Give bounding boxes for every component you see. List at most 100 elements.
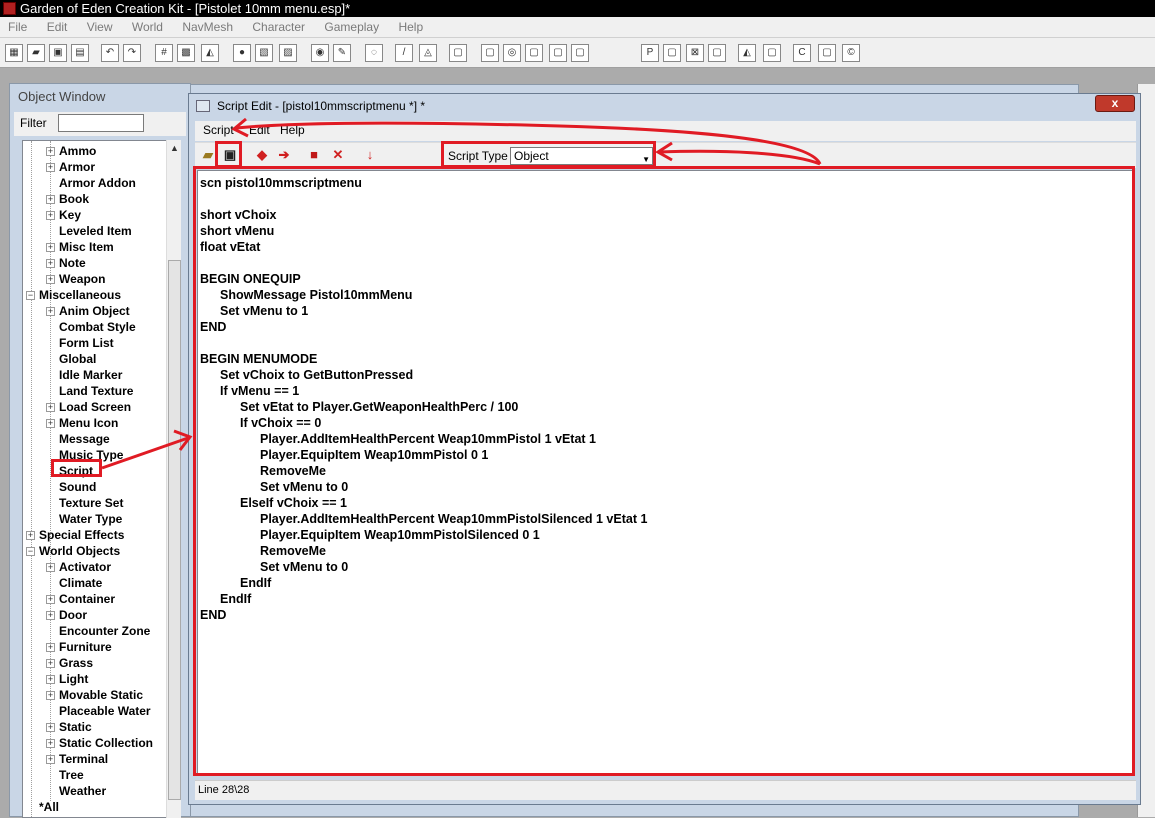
menu-edit[interactable]: Edit [39,17,76,37]
toolbar-tool-icon[interactable]: ◎ [503,44,521,62]
script-editor[interactable]: scn pistol10mmscriptmenu short vChoix shor… [197,170,1134,774]
expand-icon[interactable]: + [26,531,35,540]
toolbar-tool-icon[interactable]: # [155,44,173,62]
tree-item-label: Land Texture [59,384,134,398]
expand-icon[interactable]: + [46,275,55,284]
toolbar-tool-icon[interactable]: ⊠ [686,44,704,62]
open-folder-icon[interactable]: ▰ [199,146,217,164]
tree-item-label: Weather [59,784,107,798]
toolbar-tool-icon[interactable]: ↷ [123,44,141,62]
recompile-icon[interactable]: ↓ [361,146,379,164]
toolbar-tool-icon[interactable]: ▢ [525,44,543,62]
toolbar-tool-icon[interactable]: ◭ [738,44,756,62]
filter-input[interactable] [58,114,144,132]
toolbar-tool-icon[interactable]: ▢ [663,44,681,62]
menu-view[interactable]: View [79,17,121,37]
script-menu-help[interactable]: Help [280,123,305,137]
filter-bar: Filter [14,112,186,136]
expand-icon[interactable]: + [46,211,55,220]
tree-item-label: Menu Icon [59,416,119,430]
menu-help[interactable]: Help [390,17,431,37]
collapse-icon[interactable]: − [26,547,35,556]
scroll-up-icon[interactable]: ▲ [170,143,179,153]
code-line: ElseIf vChoix == 1 [240,496,347,510]
main-menubar: File Edit View World NavMesh Character G… [0,17,1155,38]
tree-guide-line [50,141,51,801]
toolbar-tool-icon[interactable]: ▨ [279,44,297,62]
previous-script-icon[interactable]: ◆ [253,146,271,164]
next-script-icon[interactable]: ➔ [275,146,293,164]
expand-icon[interactable]: + [46,147,55,156]
toolbar-tool-icon[interactable]: ▢ [571,44,589,62]
toolbar-tool-icon[interactable]: ✎ [333,44,351,62]
code-line: float vEtat [200,240,261,254]
expand-icon[interactable]: + [46,563,55,572]
tree-item-label: Combat Style [59,320,136,334]
main-toolbar: ▦ ▰ ▣ ▤ ↶ ↷ # ▩ ◭ ● ▧ ▨ ◉ ✎ ◌ / ◬ ▢ ▢ ◎ ▢ ▢ ▢ P ▢ ⊠ ▢ ◭ ▢ C ▢ © [0,38,1155,68]
app-title: Garden of Eden Creation Kit - [Pistolet … [20,1,351,16]
expand-icon[interactable]: + [46,675,55,684]
expand-icon[interactable]: + [46,419,55,428]
tree-item-label: Container [59,592,116,606]
expand-icon[interactable]: + [46,659,55,668]
toolbar-tool-icon[interactable]: ▰ [27,44,45,62]
toolbar-tool-icon[interactable]: P [641,44,659,62]
menu-world[interactable]: World [124,17,171,37]
menu-navmesh[interactable]: NavMesh [174,17,241,37]
toolbar-tool-icon[interactable]: ◌ [365,44,383,62]
toolbar-tool-icon[interactable]: © [842,44,860,62]
expand-icon[interactable]: + [46,691,55,700]
toolbar-tool-icon[interactable]: ◭ [201,44,219,62]
toolbar-tool-icon[interactable]: ▩ [177,44,195,62]
toolbar-tool-icon[interactable]: ▢ [549,44,567,62]
toolbar-tool-icon[interactable]: ◉ [311,44,329,62]
code-line: RemoveMe [260,464,326,478]
save-icon[interactable]: ▣ [221,146,239,164]
tree-item-label: Ammo [59,144,97,158]
status-bar: Line 28\28 [195,780,1136,800]
tree-scrollbar[interactable]: ▲ [166,140,181,818]
script-type-select[interactable]: Object ▼ [510,147,653,165]
expand-icon[interactable]: + [46,259,55,268]
expand-icon[interactable]: + [46,611,55,620]
toolbar-tool-icon[interactable]: ▢ [708,44,726,62]
tree-item-label: Script [59,464,94,478]
script-menu-edit[interactable]: Edit [249,123,270,137]
expand-icon[interactable]: + [46,755,55,764]
expand-icon[interactable]: + [46,307,55,316]
toolbar-tool-icon[interactable]: ◬ [419,44,437,62]
toolbar-tool-icon[interactable]: ▢ [763,44,781,62]
close-script-icon[interactable]: ✕ [329,146,347,164]
expand-icon[interactable]: + [46,723,55,732]
toolbar-tool-icon[interactable]: / [395,44,413,62]
collapse-icon[interactable]: − [26,291,35,300]
object-tree[interactable]: + Ammo + Armor Armor Addon + Book + Key Leveled I… [22,140,169,818]
menu-file[interactable]: File [0,17,35,37]
close-button[interactable]: x [1095,95,1135,112]
toolbar-tool-icon[interactable]: C [793,44,811,62]
code-line: END [200,320,227,334]
toolbar-tool-icon[interactable]: ▤ [71,44,89,62]
script-menu-script[interactable]: Script [203,123,234,137]
tree-item-label: Door [59,608,87,622]
expand-icon[interactable]: + [46,403,55,412]
menu-gameplay[interactable]: Gameplay [316,17,387,37]
toolbar-tool-icon[interactable]: ▢ [449,44,467,62]
toolbar-tool-icon[interactable]: ▢ [481,44,499,62]
toolbar-tool-icon[interactable]: ▦ [5,44,23,62]
scrollbar-thumb[interactable] [168,260,181,800]
toolbar-tool-icon[interactable]: ▧ [255,44,273,62]
expand-icon[interactable]: + [46,643,55,652]
toolbar-tool-icon[interactable]: ↶ [101,44,119,62]
delete-script-icon[interactable]: ■ [305,146,323,164]
toolbar-tool-icon[interactable]: ▢ [818,44,836,62]
expand-icon[interactable]: + [46,195,55,204]
toolbar-tool-icon[interactable]: ● [233,44,251,62]
expand-icon[interactable]: + [46,163,55,172]
menu-character[interactable]: Character [244,17,313,37]
expand-icon[interactable]: + [46,243,55,252]
tree-item-label: Terminal [59,752,109,766]
toolbar-tool-icon[interactable]: ▣ [49,44,67,62]
expand-icon[interactable]: + [46,739,55,748]
expand-icon[interactable]: + [46,595,55,604]
